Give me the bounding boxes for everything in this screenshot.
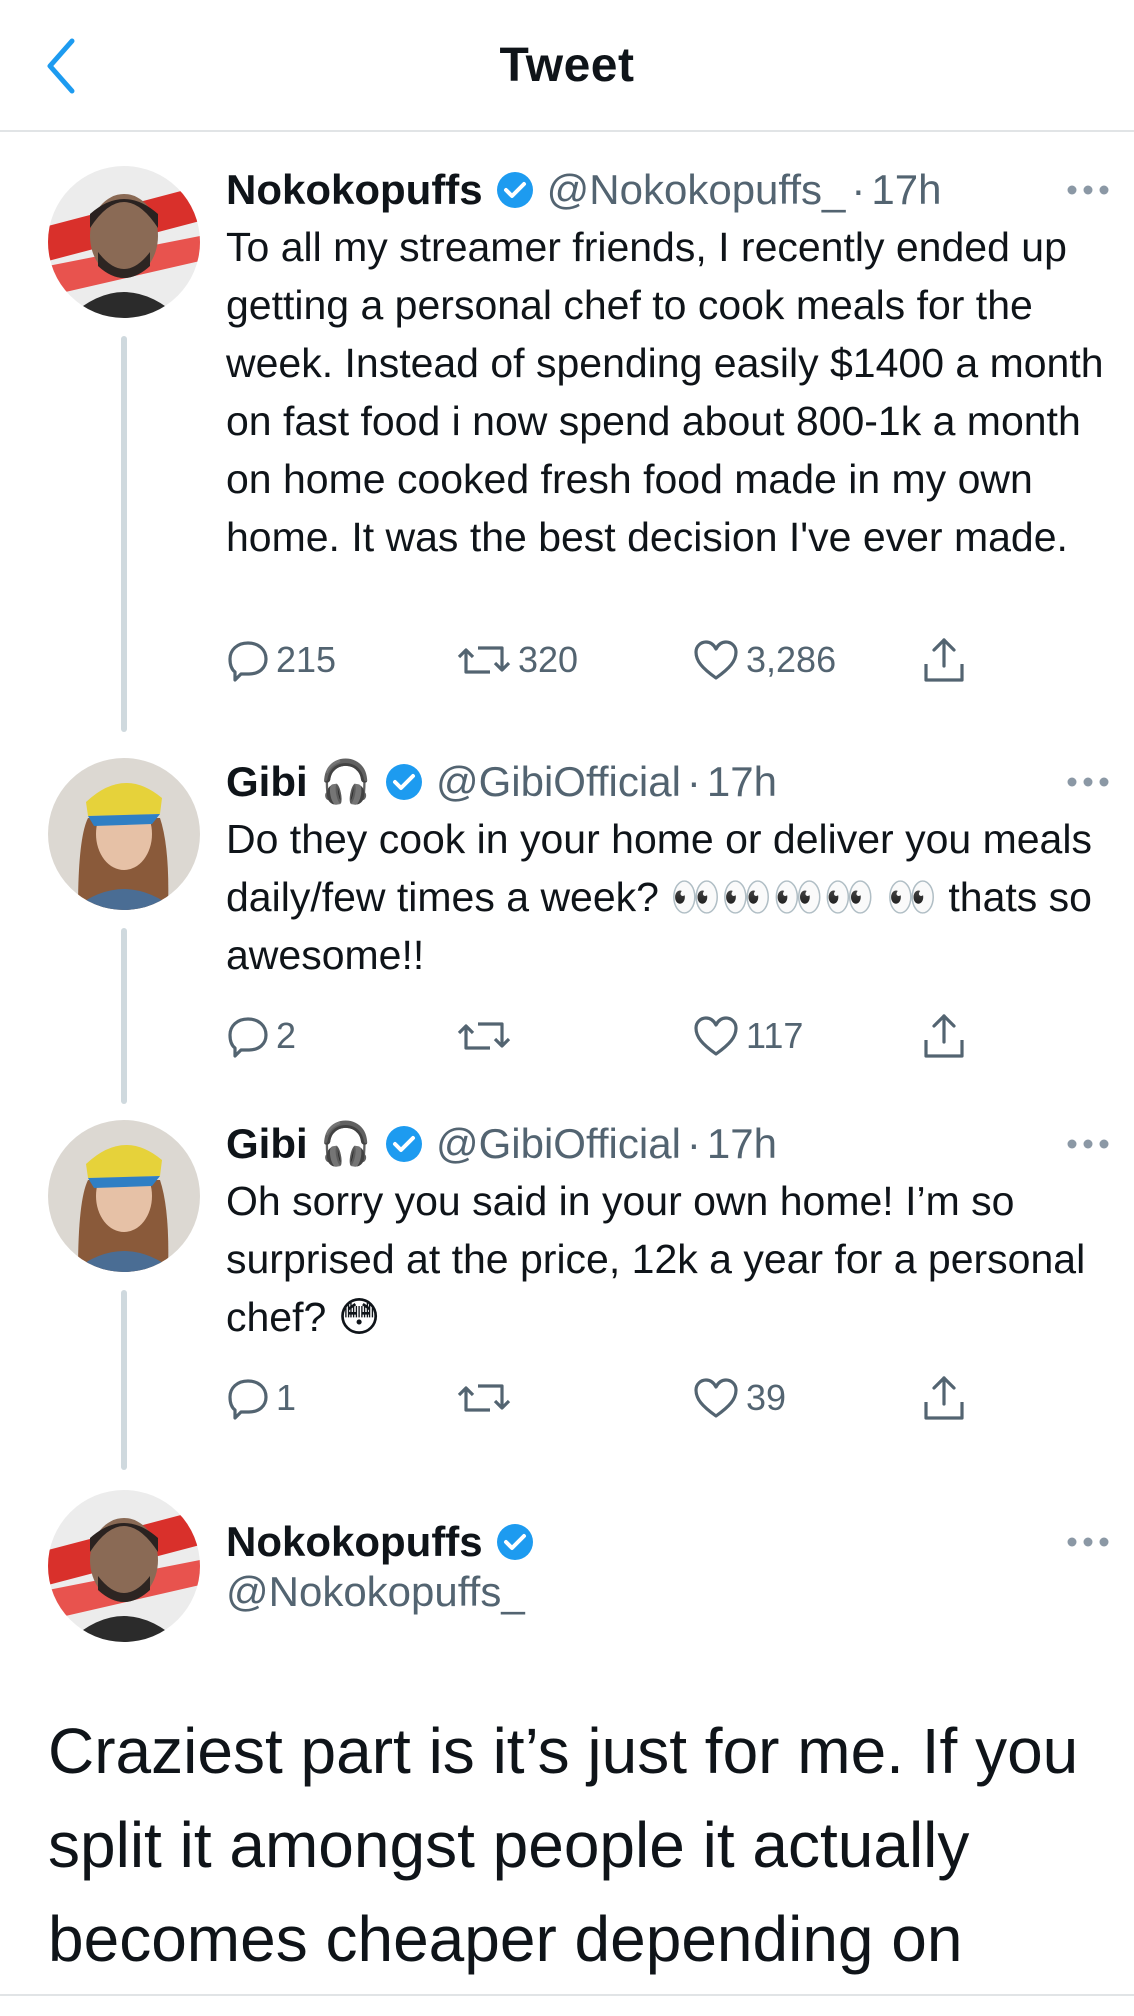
tweet-body-text: To all my streamer friends, I recently e… xyxy=(226,224,1115,560)
ellipsis-icon xyxy=(1067,777,1109,787)
retweet-icon xyxy=(457,1022,511,1050)
author-handle[interactable]: @GibiOfficial xyxy=(436,1120,681,1168)
share-button[interactable] xyxy=(922,1006,972,1066)
reply-button[interactable]: 1 xyxy=(226,1368,296,1428)
thread-tweet-1[interactable]: Nokokopuffs @Nokokopuffs_ · 17h To all m… xyxy=(0,160,1134,732)
verified-badge-icon xyxy=(495,1522,535,1562)
like-count: 3,286 xyxy=(746,639,837,680)
separator-dot: · xyxy=(851,166,866,213)
author-handle[interactable]: @Nokokopuffs_ xyxy=(226,1568,525,1616)
thread-connector-line xyxy=(121,336,127,732)
divider xyxy=(0,1994,1134,1996)
heart-icon xyxy=(694,1016,738,1056)
tweet-author-row: Gibi 🎧 @GibiOfficial · 17h xyxy=(226,752,777,812)
more-options-button[interactable] xyxy=(1060,1524,1116,1560)
verified-badge-icon xyxy=(384,1124,424,1164)
separator-dot: · xyxy=(686,758,701,805)
share-button[interactable] xyxy=(922,1368,972,1428)
reply-count: 215 xyxy=(276,639,337,680)
avatar-gibi[interactable] xyxy=(48,1120,200,1272)
heart-icon xyxy=(694,1378,738,1418)
focused-tweet[interactable]: Nokokopuffs @Nokokopuffs_ Craziest part … xyxy=(0,1484,1134,2004)
top-nav-bar: Tweet xyxy=(0,0,1134,132)
ellipsis-icon xyxy=(1067,1139,1109,1149)
tweet-action-bar: 1 39 xyxy=(226,1368,1006,1428)
share-upload-icon xyxy=(924,1014,964,1058)
more-options-button[interactable] xyxy=(1060,172,1116,208)
author-handle[interactable]: @Nokokopuffs_ xyxy=(547,166,846,214)
tweet-body-text: Oh sorry you said in your own home! I’m … xyxy=(226,1178,1097,1340)
reply-count: 2 xyxy=(276,1015,297,1056)
like-count: 39 xyxy=(746,1377,787,1418)
author-display-name[interactable]: Nokokopuffs xyxy=(226,166,483,214)
speech-bubble-icon xyxy=(228,1017,268,1058)
retweet-icon xyxy=(457,646,511,674)
tweet-timestamp[interactable]: 17h xyxy=(707,758,777,806)
headphones-icon: 🎧 xyxy=(319,1119,372,1168)
retweet-icon xyxy=(457,1384,511,1412)
retweet-button[interactable] xyxy=(456,1006,518,1066)
tweet-author-row: Gibi 🎧 @GibiOfficial · 17h xyxy=(226,1114,777,1174)
author-display-name[interactable]: Gibi xyxy=(226,1120,308,1168)
page-title: Tweet xyxy=(499,39,635,92)
like-button[interactable]: 39 xyxy=(692,1368,786,1428)
like-button[interactable]: 3,286 xyxy=(692,630,836,690)
heart-icon xyxy=(694,640,738,680)
separator-dot: · xyxy=(686,1120,701,1167)
thread-tweet-2[interactable]: Gibi 🎧 @GibiOfficial · 17h Do they cook … xyxy=(0,752,1134,1104)
author-display-name[interactable]: Gibi xyxy=(226,758,308,806)
author-handle[interactable]: @GibiOfficial xyxy=(436,758,681,806)
headphones-icon: 🎧 xyxy=(319,757,372,806)
ellipsis-icon xyxy=(1067,185,1109,195)
tweet-timestamp[interactable]: 17h xyxy=(707,1120,777,1168)
reply-count: 1 xyxy=(276,1377,297,1418)
avatar-nokokopuffs[interactable] xyxy=(48,166,200,318)
thread-connector-line xyxy=(121,928,127,1104)
retweet-button[interactable] xyxy=(456,1368,518,1428)
tweet-action-bar: 215 320 3,286 xyxy=(226,630,1006,690)
tweet-timestamp[interactable]: 17h xyxy=(871,166,941,214)
tweet-action-bar: 2 117 xyxy=(226,1006,1006,1066)
tweet-author-row: Nokokopuffs @Nokokopuffs_ · 17h xyxy=(226,160,941,220)
thread-tweet-3[interactable]: Gibi 🎧 @GibiOfficial · 17h Oh sorry you … xyxy=(0,1114,1134,1474)
like-button[interactable]: 117 xyxy=(692,1006,803,1066)
tweet-body-text: Do they cook in your home or deliver you… xyxy=(226,816,1104,978)
verified-badge-icon xyxy=(495,170,535,210)
share-button[interactable] xyxy=(922,630,972,690)
retweet-button[interactable]: 320 xyxy=(456,630,578,690)
like-count: 117 xyxy=(746,1015,804,1056)
speech-bubble-icon xyxy=(228,641,268,682)
avatar-nokokopuffs[interactable] xyxy=(48,1490,200,1642)
focused-tweet-text: Craziest part is it’s just for me. If yo… xyxy=(48,1715,1079,1975)
reply-button[interactable]: 2 xyxy=(226,1006,296,1066)
share-upload-icon xyxy=(924,638,964,682)
speech-bubble-icon xyxy=(228,1379,268,1420)
more-options-button[interactable] xyxy=(1060,1126,1116,1162)
retweet-count: 320 xyxy=(518,639,579,680)
more-options-button[interactable] xyxy=(1060,764,1116,800)
tweet-author-row: Nokokopuffs xyxy=(226,1512,535,1572)
author-display-name[interactable]: Nokokopuffs xyxy=(226,1518,483,1566)
ellipsis-icon xyxy=(1067,1537,1109,1547)
avatar-gibi[interactable] xyxy=(48,758,200,910)
reply-button[interactable]: 215 xyxy=(226,630,336,690)
share-upload-icon xyxy=(924,1376,964,1420)
verified-badge-icon xyxy=(384,762,424,802)
thread-connector-line xyxy=(121,1290,127,1470)
